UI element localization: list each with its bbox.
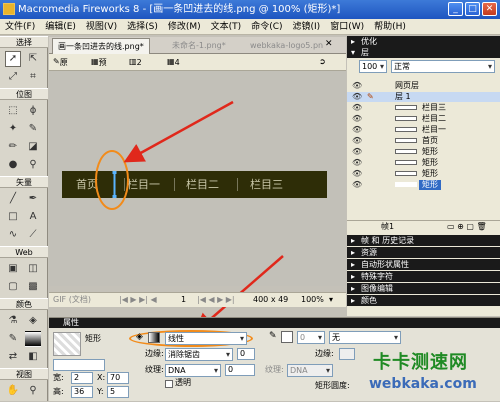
object-preview-thumb xyxy=(53,332,81,356)
layer-thumbnail xyxy=(395,127,417,132)
stroke-color-swatch[interactable] xyxy=(281,331,293,343)
layer-item[interactable]: 👁 栏目一 xyxy=(347,125,500,135)
object-name-field[interactable] xyxy=(53,359,105,371)
layer-item[interactable]: 👁 首页 xyxy=(347,136,500,146)
eye-icon[interactable]: 👁 xyxy=(352,180,362,190)
panel-layers[interactable]: 层 xyxy=(347,47,500,58)
object-type-label: 矩形 xyxy=(85,334,101,343)
eye-icon[interactable]: 👁 xyxy=(352,114,362,124)
transparent-checkbox[interactable] xyxy=(165,380,173,388)
layer-thumbnail xyxy=(395,160,417,165)
watermark-title: 卡卡测速网 xyxy=(373,352,468,373)
panel-special-chars[interactable]: 特殊字符 xyxy=(347,271,500,282)
texture-label: 纹理: xyxy=(145,365,164,374)
layer-label: 栏目一 xyxy=(422,125,446,134)
arrow-to-canvas xyxy=(123,100,234,163)
eye-icon[interactable]: 👁 xyxy=(352,136,362,146)
layer-thumbnail xyxy=(395,171,417,176)
panel-auto-shape[interactable]: 自动形状属性 xyxy=(347,259,500,270)
panel-assets[interactable]: 资源 xyxy=(347,247,500,258)
fill-type-dropdown[interactable]: 线性 xyxy=(165,332,247,345)
layer-label: 矩形 xyxy=(422,158,438,167)
layer-thumbnail xyxy=(395,182,417,187)
layer-label: 栏目三 xyxy=(422,103,446,112)
eye-icon[interactable]: 👁 xyxy=(352,81,362,91)
texture-amount-field[interactable]: 0 xyxy=(225,364,255,376)
layers-footer: 帧1 ▭ ⊕ ▢ 🗑 xyxy=(347,220,500,232)
width-label: 宽: xyxy=(53,373,64,382)
layer-actions-icon[interactable]: ▭ ⊕ ▢ 🗑 xyxy=(447,221,487,233)
eye-icon[interactable]: 👁 xyxy=(352,103,362,113)
panel-image-edit[interactable]: 图像编辑 xyxy=(347,283,500,294)
layer-label: 栏目二 xyxy=(422,114,446,123)
x-field[interactable]: 70 xyxy=(107,372,129,384)
frame-nav-icon[interactable]: |◀ ◀ ▶ ▶| xyxy=(197,293,235,307)
transparent-label: 透明 xyxy=(175,378,191,387)
texture-dropdown[interactable]: DNA xyxy=(165,364,221,377)
layer-label: 层 1 xyxy=(395,92,411,101)
panel-frames-history[interactable]: 帧 和 历史记录 xyxy=(347,235,500,246)
y-label: Y: xyxy=(97,387,104,396)
layer-label: 矩形 xyxy=(419,180,441,190)
layer-item-selected[interactable]: 👁 矩形 xyxy=(347,180,500,190)
stroke-edge-label: 边缘: xyxy=(315,349,334,358)
blend-mode-dropdown[interactable]: 正常 xyxy=(391,60,495,73)
y-field[interactable]: 5 xyxy=(107,386,129,398)
page-number: 1 xyxy=(181,295,187,304)
webkaka-watermark: 卡卡测速网 webkaka.com xyxy=(351,348,491,398)
layer-label: 网页层 xyxy=(395,81,419,90)
edge-label: 边缘: xyxy=(145,349,164,358)
canvas-size: 400 x 49 xyxy=(253,295,289,304)
eye-icon[interactable]: 👁 xyxy=(352,147,362,157)
rect-roundness-label: 矩形圆度: xyxy=(315,381,350,390)
layer-label: 首页 xyxy=(422,136,438,145)
right-panels: 优化 层 100 正常 👁 网页层 👁 ✎ 层 1 👁 栏目三 👁 栏目二 👁 栏目一 👁 首… xyxy=(347,36,500,316)
eye-icon[interactable]: 👁 xyxy=(352,92,362,102)
edge-dropdown[interactable]: 消除锯齿 xyxy=(165,348,233,361)
eye-icon[interactable]: 👁 xyxy=(352,169,362,179)
layer-thumbnail xyxy=(395,138,417,143)
opacity-dropdown[interactable]: 100 xyxy=(359,60,387,73)
panel-colors[interactable]: 颜色 xyxy=(347,295,500,306)
document-status-bar: GIF (文档) |◀ ▶ ▶| ◀ 1 |◀ ◀ ▶ ▶| 400 x 49 … xyxy=(49,292,346,307)
eye-icon[interactable]: 👁 xyxy=(352,125,362,135)
watermark-url: webkaka.com xyxy=(369,376,477,392)
x-label: X: xyxy=(97,373,106,382)
layer-controls: 100 正常 xyxy=(347,58,500,74)
layer-label: 矩形 xyxy=(422,169,438,178)
layer-1[interactable]: 👁 ✎ 层 1 xyxy=(347,92,500,102)
zoom-level[interactable]: 100% xyxy=(301,293,324,307)
layer-item[interactable]: 👁 栏目二 xyxy=(347,114,500,124)
paint-bucket-icon: ◈ xyxy=(136,332,143,342)
fill-gradient-swatch[interactable] xyxy=(148,332,160,343)
stroke-type-dropdown[interactable]: 无 xyxy=(329,331,401,344)
zoom-dropdown-icon[interactable]: ▾ xyxy=(329,293,333,307)
edge-feather-field[interactable]: 0 xyxy=(237,348,255,360)
eye-icon[interactable]: 👁 xyxy=(352,158,362,168)
layer-thumbnail xyxy=(395,149,417,154)
layer-label: 矩形 xyxy=(422,147,438,156)
layer-thumbnail xyxy=(395,116,417,121)
height-label: 高: xyxy=(53,387,64,396)
layer-item[interactable]: 👁 矩形 xyxy=(347,158,500,168)
export-format-label: GIF (文档) xyxy=(53,295,91,304)
frame-label: 帧1 xyxy=(381,222,395,231)
layer-item[interactable]: 👁 矩形 xyxy=(347,169,500,179)
stroke-size-dropdown[interactable]: 0 xyxy=(297,331,325,344)
stroke-pencil-icon: ✎ xyxy=(269,331,277,341)
stroke-texture-label: 纹理: xyxy=(265,365,284,374)
stroke-texture-dropdown[interactable]: DNA xyxy=(287,364,333,377)
layer-web[interactable]: 👁 网页层 xyxy=(347,81,500,91)
frame-controls-icon[interactable]: |◀ ▶ ▶| ◀ xyxy=(119,293,157,307)
properties-title[interactable]: 属性 xyxy=(49,318,500,328)
panel-optimize[interactable]: 优化 xyxy=(347,36,500,47)
width-field[interactable]: 2 xyxy=(71,372,93,384)
height-field[interactable]: 36 xyxy=(71,386,93,398)
layer-item[interactable]: 👁 矩形 xyxy=(347,147,500,157)
layer-thumbnail xyxy=(395,105,417,110)
layer-item[interactable]: 👁 栏目三 xyxy=(347,103,500,113)
pencil-icon: ✎ xyxy=(367,92,374,101)
